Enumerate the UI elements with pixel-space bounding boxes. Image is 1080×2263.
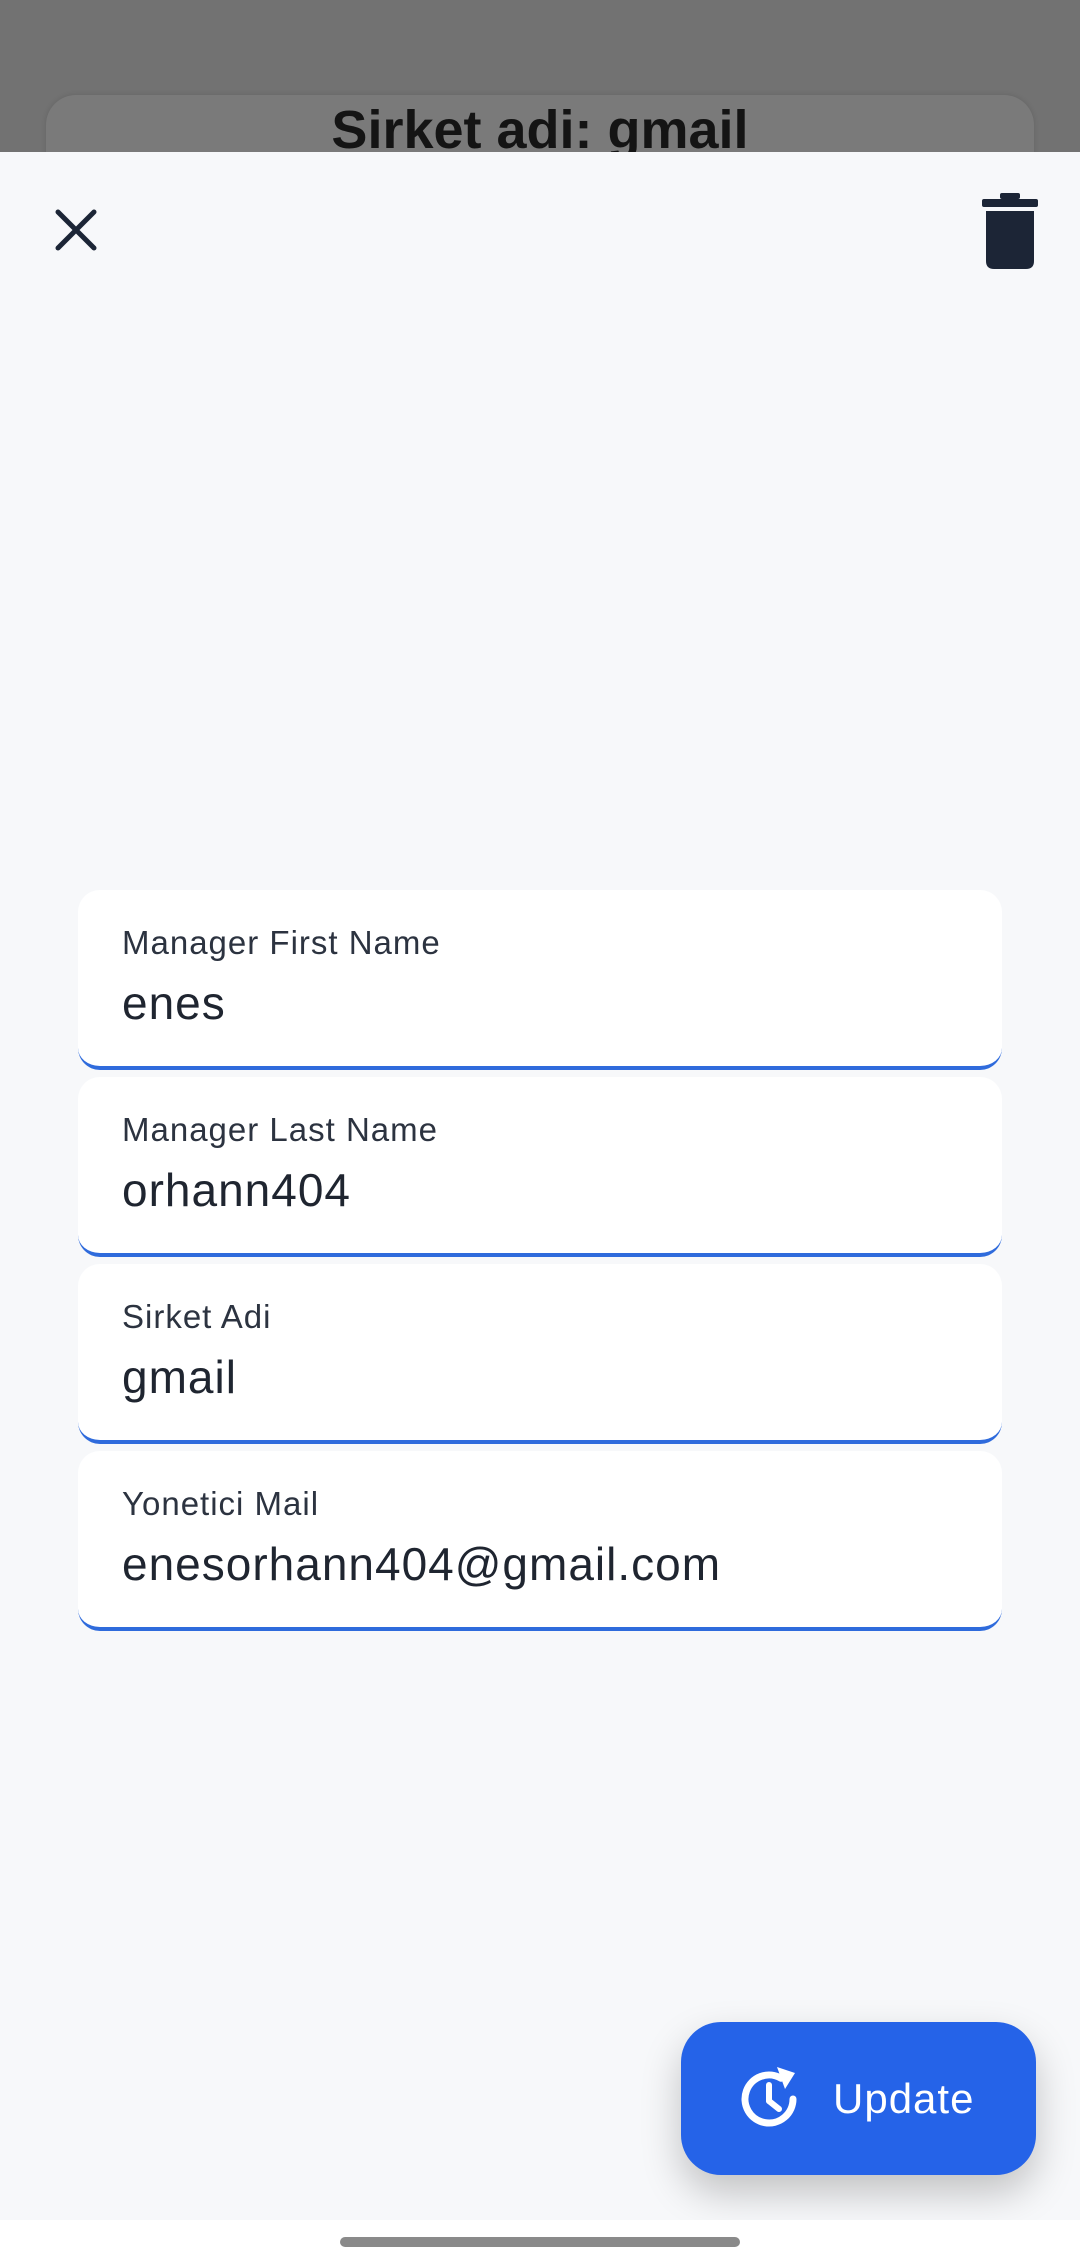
field-value[interactable]: orhann404 (122, 1163, 351, 1217)
field-value[interactable]: enes (122, 976, 226, 1030)
delete-button[interactable] (970, 186, 1050, 276)
close-icon (55, 209, 97, 251)
field-label: Manager Last Name (122, 1111, 438, 1148)
close-button[interactable] (36, 190, 116, 270)
update-button[interactable]: Update (681, 2022, 1036, 2175)
trash-icon (982, 193, 1038, 269)
field-label: Manager First Name (122, 924, 441, 961)
background-overlay: Sirket adi: gmail (0, 0, 1080, 152)
field-label: Sirket Adi (122, 1298, 272, 1335)
company-name-field[interactable]: Sirket Adi gmail (78, 1264, 1002, 1444)
field-label: Yonetici Mail (122, 1485, 320, 1522)
company-card-title: Sirket adi: gmail (331, 100, 749, 152)
update-clock-icon (733, 2063, 805, 2135)
manager-first-name-field[interactable]: Manager First Name enes (78, 890, 1002, 1070)
manager-email-field[interactable]: Yonetici Mail enesorhann404@gmail.com (78, 1451, 1002, 1631)
field-value[interactable]: enesorhann404@gmail.com (122, 1537, 721, 1591)
field-value[interactable]: gmail (122, 1350, 237, 1404)
home-indicator[interactable] (340, 2237, 740, 2247)
update-button-label: Update (833, 2074, 975, 2122)
manager-last-name-field[interactable]: Manager Last Name orhann404 (78, 1077, 1002, 1257)
